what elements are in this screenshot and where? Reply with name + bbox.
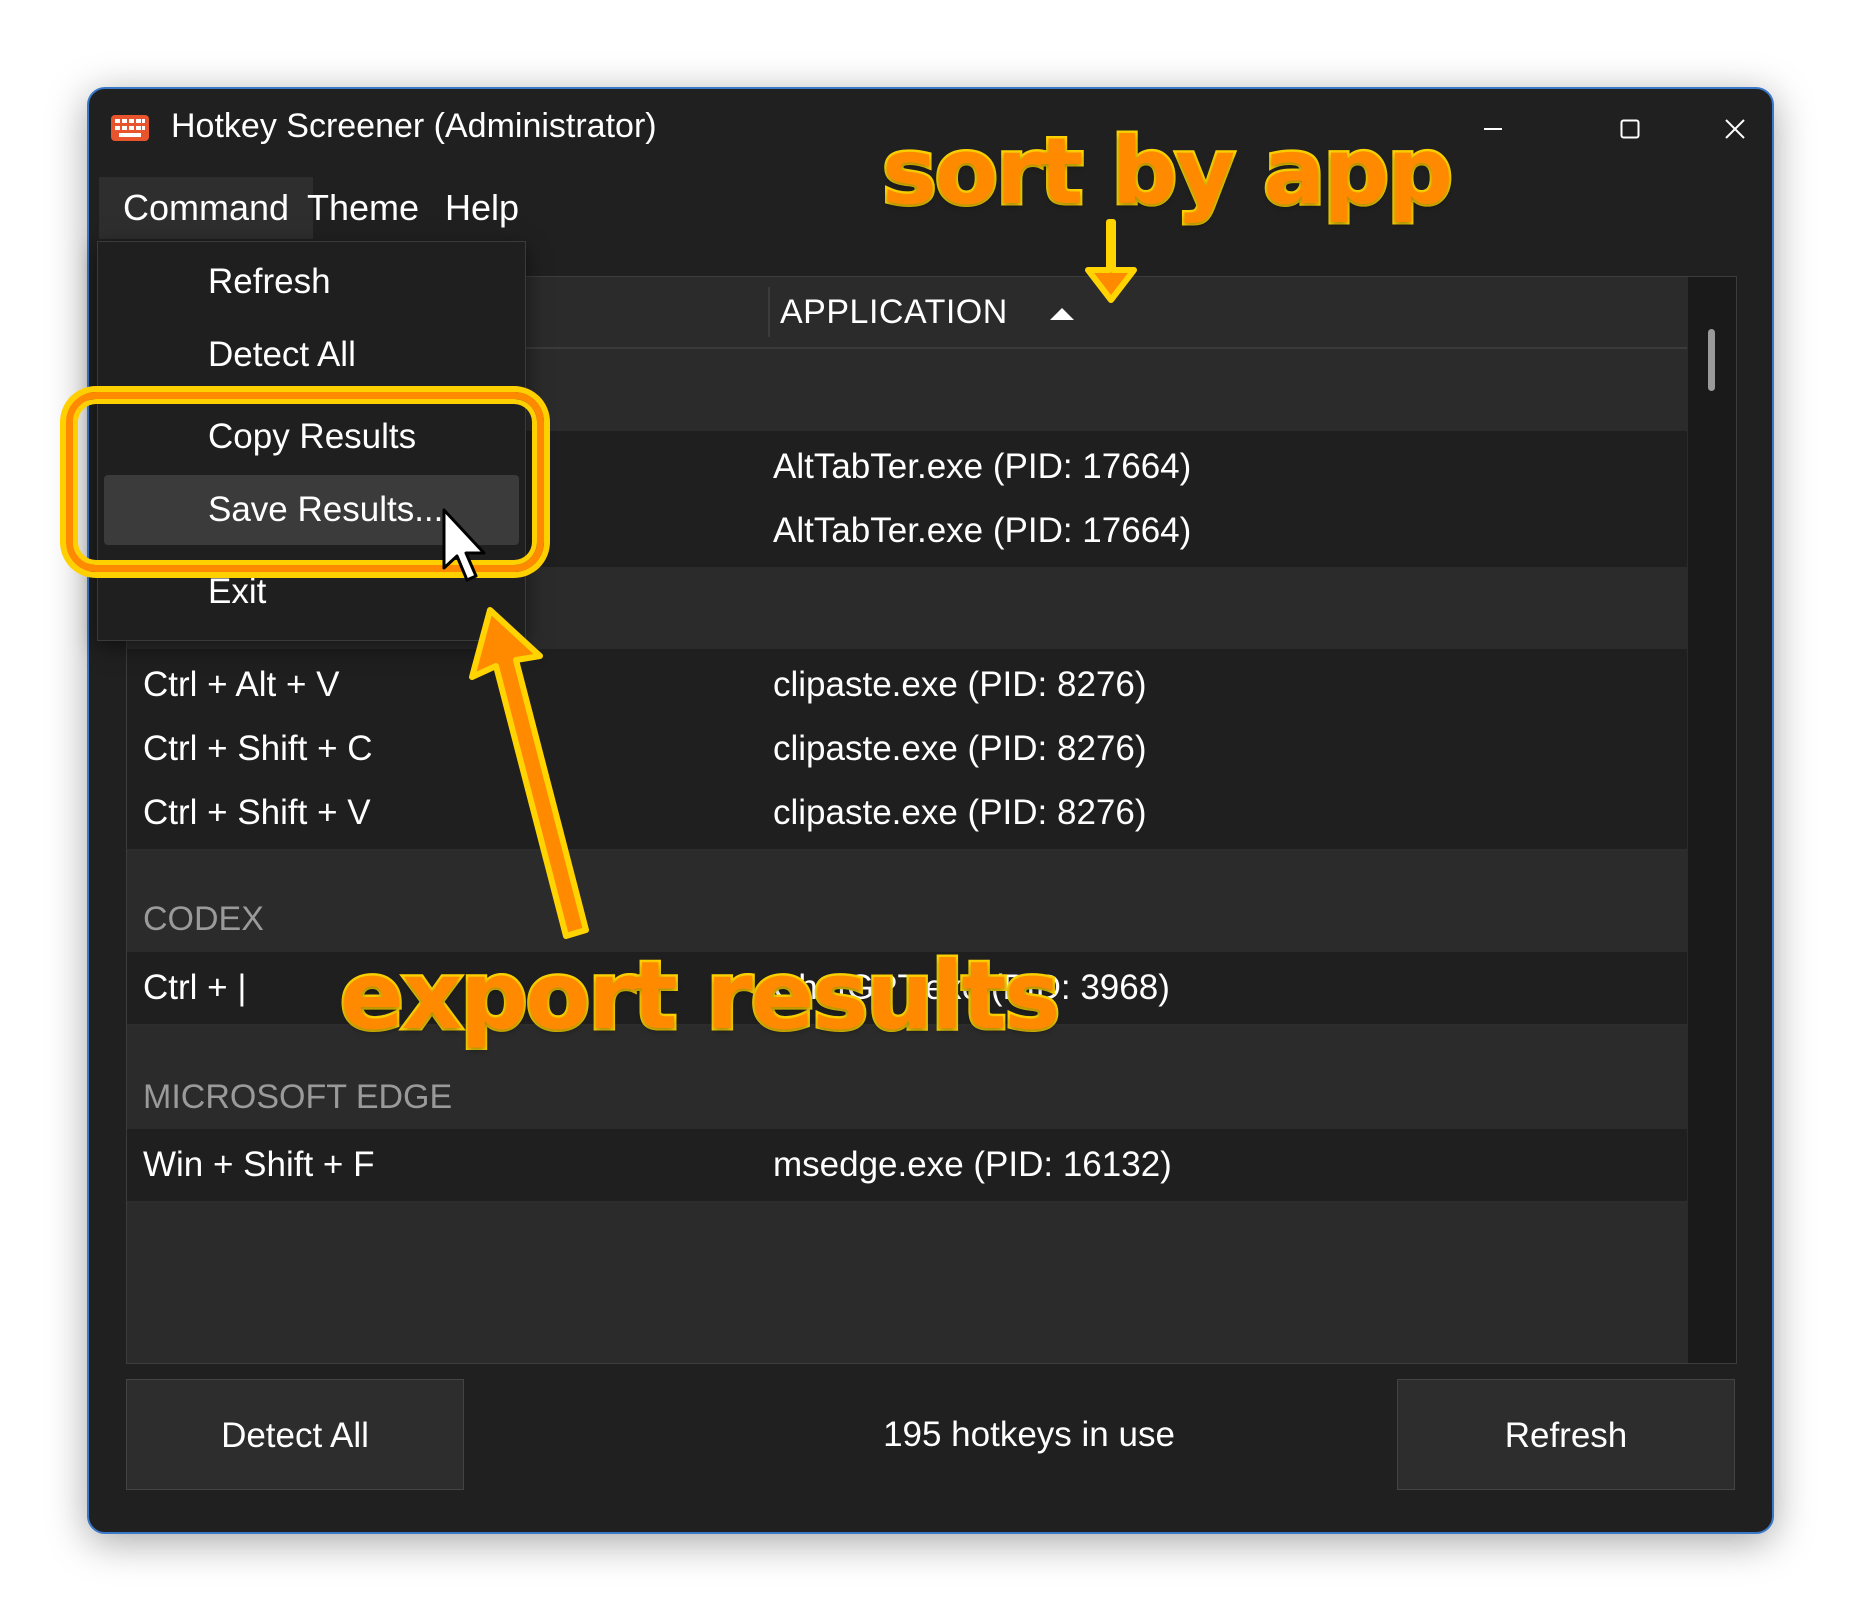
close-icon bbox=[1725, 119, 1745, 139]
window-title: Hotkey Screener (Administrator) bbox=[171, 107, 657, 145]
table-row[interactable]: Win + Shift + F msedge.exe (PID: 16132) bbox=[127, 1129, 1687, 1203]
group-header[interactable]: MICROSOFT EDGE bbox=[127, 1045, 1687, 1125]
application-cell: AltTabTer.exe (PID: 17664) bbox=[773, 447, 1192, 486]
hotkey-cell: Ctrl + Alt + V bbox=[143, 665, 340, 704]
refresh-button[interactable]: Refresh bbox=[1397, 1379, 1735, 1490]
table-row[interactable]: Ctrl + Shift + V clipaste.exe (PID: 8276… bbox=[127, 777, 1687, 851]
application-cell: clipaste.exe (PID: 8276) bbox=[773, 729, 1147, 768]
hotkey-cell: Win + Shift + F bbox=[143, 1145, 375, 1184]
sort-ascending-icon bbox=[1049, 307, 1075, 326]
hotkey-cell: Ctrl + | bbox=[143, 968, 247, 1007]
hotkey-cell: Ctrl + Shift + V bbox=[143, 793, 371, 832]
scrollbar-thumb[interactable] bbox=[1708, 329, 1715, 391]
hotkey-cell: Ctrl + Shift + C bbox=[143, 729, 373, 768]
application-cell: clipaste.exe (PID: 8276) bbox=[773, 665, 1147, 704]
vertical-scrollbar[interactable] bbox=[1688, 277, 1736, 1363]
menu-item-refresh[interactable]: Refresh bbox=[104, 247, 519, 317]
maximize-icon bbox=[1620, 119, 1640, 139]
application-cell: msedge.exe (PID: 16132) bbox=[773, 1145, 1172, 1184]
menu-item-detect-all[interactable]: Detect All bbox=[104, 320, 519, 390]
annotation-sort-by-app: sort by app bbox=[880, 116, 1456, 228]
table-row[interactable]: Ctrl + Shift + C clipaste.exe (PID: 8276… bbox=[127, 713, 1687, 787]
status-text: 195 hotkeys in use bbox=[883, 1415, 1175, 1454]
detect-all-button[interactable]: Detect All bbox=[126, 1379, 464, 1490]
column-header-application[interactable]: APPLICATION bbox=[780, 277, 1008, 347]
annotation-export-results: export results bbox=[337, 940, 1062, 1054]
application-cell: AltTabTer.exe (PID: 17664) bbox=[773, 511, 1192, 550]
menu-theme[interactable]: Theme bbox=[283, 177, 443, 239]
table-row[interactable]: Ctrl + Alt + V clipaste.exe (PID: 8276) bbox=[127, 649, 1687, 723]
group-name: CODEX bbox=[143, 900, 264, 938]
keyboard-icon bbox=[111, 115, 149, 146]
group-name: MICROSOFT EDGE bbox=[143, 1078, 453, 1116]
highlight-box bbox=[66, 392, 544, 572]
maximize-button[interactable] bbox=[1561, 89, 1699, 169]
minimize-icon bbox=[1484, 128, 1502, 130]
menu-command[interactable]: Command bbox=[99, 177, 314, 239]
application-cell: clipaste.exe (PID: 8276) bbox=[773, 793, 1147, 832]
group-header[interactable]: CODEX bbox=[127, 867, 1687, 947]
menu-help[interactable]: Help bbox=[421, 177, 543, 239]
column-separator[interactable] bbox=[768, 287, 770, 337]
close-button[interactable] bbox=[1700, 89, 1770, 169]
